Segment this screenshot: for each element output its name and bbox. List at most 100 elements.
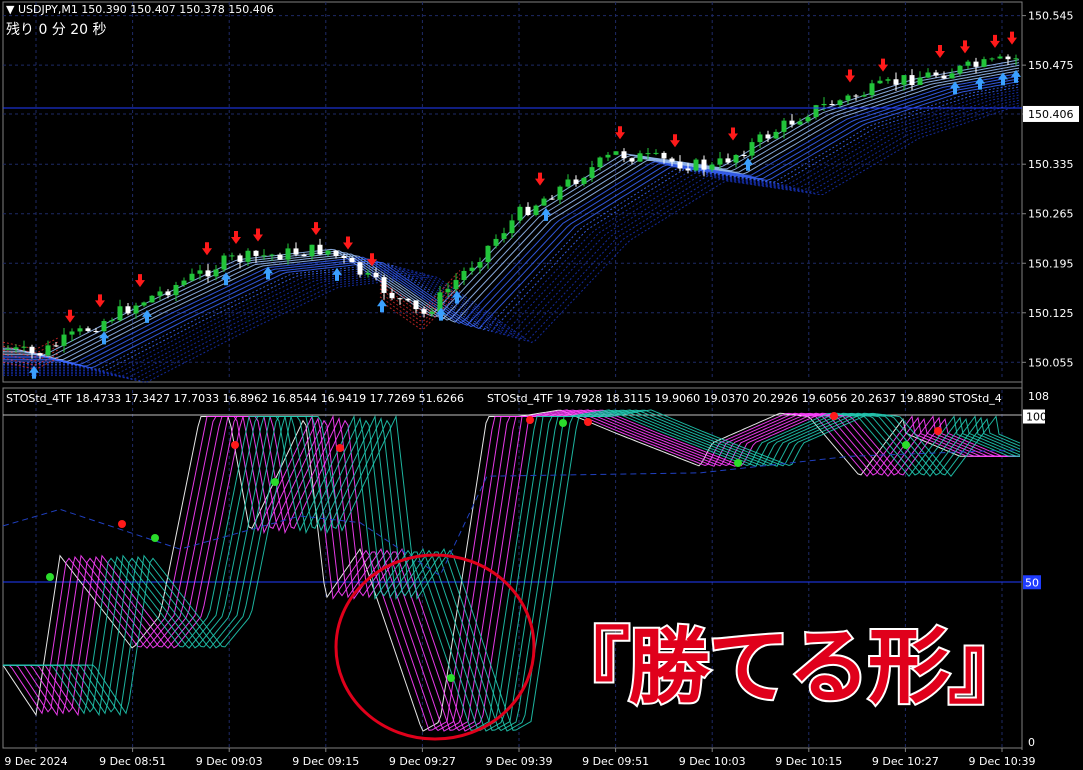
bull-candle	[1013, 58, 1019, 60]
bear-candle	[205, 270, 211, 277]
countdown-timer: 残り 0 分 20 秒	[6, 22, 107, 38]
bull-candle	[229, 255, 235, 257]
bull-candle	[949, 73, 955, 79]
bull-candle	[645, 153, 651, 155]
price-tick-label: 150.195	[1028, 257, 1074, 270]
bull-candle	[869, 83, 875, 96]
price-tick-label: 150.335	[1028, 158, 1074, 171]
bear-candle	[421, 309, 427, 314]
bull-candle	[749, 142, 755, 156]
bull-candle	[477, 262, 483, 268]
bear-candle	[525, 206, 531, 215]
bear-dot	[336, 444, 344, 452]
time-tick-label: 9 Dec 08:51	[99, 755, 166, 768]
indicator-tick-label: 108	[1028, 390, 1049, 403]
bear-candle	[765, 134, 771, 139]
bull-candle	[309, 244, 315, 257]
indicator-tick-label: 0	[1028, 736, 1035, 749]
bull-candle	[325, 250, 331, 255]
bear-dot	[118, 520, 126, 528]
time-tick-label: 9 Dec 09:39	[486, 755, 553, 768]
bull-candle	[637, 153, 643, 162]
price-tick-label: 150.475	[1028, 59, 1074, 72]
bull-candle	[917, 77, 923, 86]
indicator-header-left: STOStd_4TF 18.4733 17.3427 17.7033 16.89…	[6, 392, 465, 405]
bull-candle	[885, 79, 891, 81]
bull-candle	[837, 100, 843, 106]
bull-candle	[21, 346, 27, 348]
bull-candle	[717, 158, 723, 165]
bull-candle	[517, 206, 523, 221]
bull-candle	[461, 270, 467, 281]
bear-candle	[789, 120, 795, 125]
bull-candle	[813, 105, 819, 118]
bear-dot	[934, 427, 942, 435]
bear-candle	[277, 254, 283, 260]
bull-dot	[734, 459, 742, 467]
bull-candle	[493, 238, 499, 246]
bear-candle	[53, 345, 59, 347]
bull-candle	[845, 95, 851, 101]
bear-candle	[301, 254, 307, 257]
bear-candle	[973, 61, 979, 67]
dropdown-triangle-icon[interactable]: ▼	[6, 3, 18, 16]
bear-candle	[349, 257, 355, 263]
bear-candle	[685, 168, 691, 171]
bear-candle	[893, 79, 899, 85]
bear-candle	[333, 250, 339, 257]
bull-dot	[151, 534, 159, 542]
bull-candle	[221, 255, 227, 270]
price-tick-label: 150.125	[1028, 307, 1074, 320]
bull-dot	[447, 674, 455, 682]
bear-candle	[381, 277, 387, 293]
bull-candle	[901, 75, 907, 85]
bear-candle	[1005, 56, 1011, 60]
bull-candle	[541, 198, 547, 206]
bull-candle	[557, 186, 563, 200]
bull-candle	[245, 250, 251, 262]
bull-candle	[173, 284, 179, 296]
bear-candle	[397, 298, 403, 300]
bear-dot	[584, 418, 592, 426]
bull-candle	[453, 280, 459, 290]
bear-candle	[549, 198, 555, 200]
bull-candle	[469, 267, 475, 271]
bull-candle	[5, 349, 11, 351]
bull-candle	[509, 220, 515, 234]
bear-candle	[741, 154, 747, 156]
bull-candle	[861, 95, 867, 97]
time-tick-label: 9 Dec 09:03	[196, 755, 263, 768]
bear-candle	[701, 159, 707, 170]
time-tick-label: 9 Dec 09:27	[389, 755, 456, 768]
bull-candle	[133, 305, 139, 314]
bear-candle	[165, 291, 171, 296]
bear-candle	[37, 353, 43, 356]
bull-dot	[271, 478, 279, 486]
bull-candle	[285, 248, 291, 260]
bull-candle	[77, 328, 83, 332]
bull-candle	[757, 134, 763, 143]
bear-candle	[853, 95, 859, 97]
bull-candle	[445, 289, 451, 293]
bull-candle	[989, 58, 995, 60]
annotation-text: 『勝てる形』	[546, 618, 1032, 717]
bear-candle	[389, 292, 395, 299]
bull-candle	[965, 61, 971, 66]
time-tick-label: 9 Dec 10:39	[969, 755, 1036, 768]
bull-candle	[501, 233, 507, 239]
bear-dot	[830, 412, 838, 420]
bull-candle	[197, 270, 203, 274]
bull-candle	[589, 167, 595, 178]
bull-candle	[109, 320, 115, 322]
bear-candle	[85, 328, 91, 331]
bear-candle	[341, 256, 347, 258]
bear-candle	[125, 306, 131, 314]
bull-candle	[45, 345, 51, 356]
bull-candle	[13, 347, 19, 350]
bull-candle	[781, 120, 787, 132]
bull-candle	[485, 245, 491, 263]
bear-candle	[661, 152, 667, 159]
bull-dot	[902, 441, 910, 449]
indicator-tick-label: 100	[1026, 411, 1047, 424]
bull-candle	[261, 255, 267, 257]
